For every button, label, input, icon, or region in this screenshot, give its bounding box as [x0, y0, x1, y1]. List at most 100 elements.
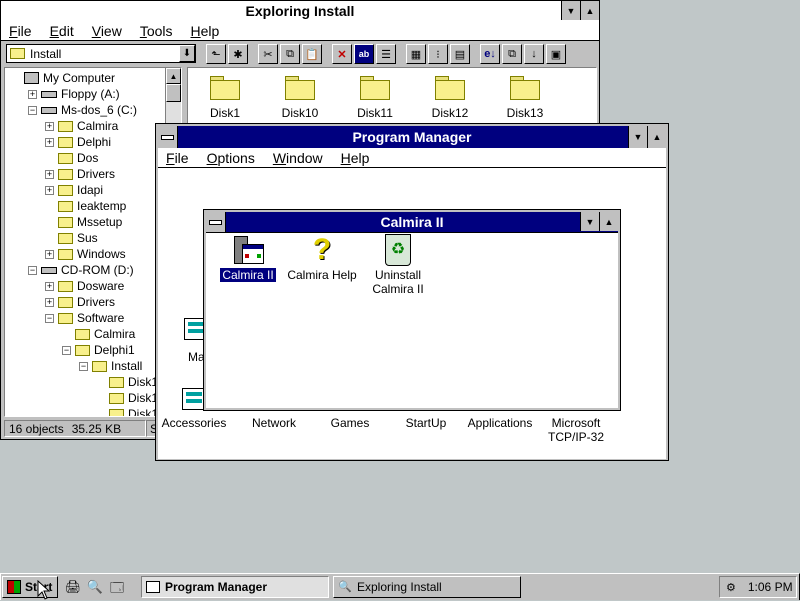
expand-icon[interactable]: +: [28, 89, 37, 99]
expand-icon[interactable]: +: [45, 185, 54, 195]
calmira-group-system-menu-icon[interactable]: [206, 212, 226, 232]
sort-date-icon[interactable]: ▣: [546, 44, 566, 64]
tree-item[interactable]: + Windows: [45, 246, 126, 262]
explorer-menu-edit[interactable]: Edit: [50, 23, 74, 39]
clock[interactable]: 1:06 PM: [748, 580, 793, 594]
sort-size-icon[interactable]: ↓: [524, 44, 544, 64]
expand-icon[interactable]: +: [45, 249, 54, 259]
program-manager-maximize-button[interactable]: ▲: [647, 126, 666, 148]
tree-item[interactable]: − Install: [79, 358, 142, 374]
calmira-group-maximize-button[interactable]: ▲: [599, 212, 618, 231]
tree-item[interactable]: + Calmira: [45, 118, 118, 134]
location-combo[interactable]: Install ⬇: [6, 44, 196, 63]
pm-menu-file[interactable]: File: [166, 150, 189, 166]
file-item[interactable]: Disk13: [492, 76, 558, 120]
tree-item[interactable]: Disk1: [96, 374, 158, 390]
program-manager-titlebar[interactable]: Program Manager: [158, 126, 666, 149]
collapse-icon[interactable]: −: [28, 105, 37, 115]
explorer-icon[interactable]: 🔍: [86, 579, 104, 595]
program-icon-calmira-help[interactable]: ? Calmira Help: [286, 234, 358, 283]
task-program-manager[interactable]: Program Manager: [141, 576, 329, 598]
tree-item[interactable]: + Delphi: [45, 134, 111, 150]
program-manager-system-menu-icon[interactable]: [158, 126, 178, 148]
scroll-up-icon[interactable]: ▲: [166, 68, 181, 84]
tree-item-label: Delphi1: [94, 343, 135, 357]
tree-item[interactable]: + Floppy (A:): [28, 86, 120, 102]
expand-icon[interactable]: +: [45, 169, 54, 179]
expand-icon[interactable]: +: [45, 281, 54, 291]
tree-item[interactable]: − Delphi1: [62, 342, 135, 358]
folder-icon: [109, 376, 124, 388]
program-manager-minimize-button[interactable]: ▼: [628, 126, 647, 148]
task-exploring-install[interactable]: 🔍 Exploring Install: [333, 576, 521, 598]
tree-item-label: Sus: [77, 231, 98, 245]
sort-name-icon[interactable]: e↓: [480, 44, 500, 64]
scroll-thumb[interactable]: [166, 84, 181, 102]
file-item[interactable]: Disk1: [192, 76, 258, 120]
pm-menu-options[interactable]: Options: [207, 150, 255, 166]
tree-item[interactable]: − Ms-dos_6 (C:): [28, 102, 137, 118]
tree-item-label: Windows: [77, 247, 126, 261]
tree-item[interactable]: + Dosware: [45, 278, 124, 294]
copy-icon[interactable]: ⧉: [280, 44, 300, 64]
properties-icon[interactable]: ☰: [376, 44, 396, 64]
program-icon-calmira[interactable]: Calmira II: [218, 234, 278, 282]
expand-icon[interactable]: +: [45, 297, 54, 307]
tree-item[interactable]: − Software: [45, 310, 124, 326]
explorer-menu-tools[interactable]: Tools: [140, 23, 173, 39]
pm-menu-window[interactable]: Window: [273, 150, 323, 166]
paste-icon[interactable]: 📋: [302, 44, 322, 64]
tree-item[interactable]: + Drivers: [45, 166, 115, 182]
collapse-icon[interactable]: −: [45, 313, 54, 323]
folder-icon: [210, 76, 240, 100]
explorer-menu-view[interactable]: View: [92, 23, 122, 39]
volume-icon[interactable]: ⚙: [726, 581, 736, 594]
tree-item[interactable]: Calmira: [62, 326, 135, 342]
program-label-calmira: Calmira II: [220, 268, 276, 282]
tree-item[interactable]: Disk10: [96, 390, 165, 406]
tree-item[interactable]: Mssetup: [45, 214, 122, 230]
pm-menu-help[interactable]: Help: [341, 150, 370, 166]
rename-icon[interactable]: ab: [354, 44, 374, 64]
tree-item[interactable]: My Computer: [11, 70, 115, 86]
sort-type-icon[interactable]: ⧉: [502, 44, 522, 64]
printer-icon[interactable]: 🖨: [64, 579, 82, 595]
up-folder-icon[interactable]: ⬑: [206, 44, 226, 64]
file-item[interactable]: Disk12: [417, 76, 483, 120]
program-group-label: Network: [251, 416, 296, 430]
file-item[interactable]: Disk10: [267, 76, 333, 120]
explorer-menu-file[interactable]: File: [9, 23, 32, 39]
collapse-icon[interactable]: −: [62, 345, 71, 355]
tree-item[interactable]: Sus: [45, 230, 98, 246]
tree-item-label: Mssetup: [77, 215, 123, 229]
program-icon-uninstall[interactable]: ♻ Uninstall Calmira II: [366, 234, 430, 296]
calmira-group-minimize-button[interactable]: ▼: [580, 212, 599, 231]
explorer-titlebar[interactable]: Exploring Install: [1, 1, 599, 22]
tree-item[interactable]: Ieaktemp: [45, 198, 126, 214]
delete-icon[interactable]: ✕: [332, 44, 352, 64]
details-icon[interactable]: ▤: [450, 44, 470, 64]
cut-icon[interactable]: ✂: [258, 44, 278, 64]
tree-item[interactable]: + Idapi: [45, 182, 103, 198]
tree-item[interactable]: Dos: [45, 150, 98, 166]
expand-icon[interactable]: +: [45, 121, 54, 131]
calmira-group-titlebar[interactable]: Calmira II: [206, 212, 618, 233]
desktop-icon[interactable]: 🗔: [108, 579, 126, 595]
mouse-cursor-icon: [37, 580, 51, 600]
tree-item[interactable]: + Drivers: [45, 294, 115, 310]
large-icons-icon[interactable]: ▦: [406, 44, 426, 64]
calmira-group-title: Calmira II: [380, 214, 444, 230]
collapse-icon[interactable]: −: [79, 361, 88, 371]
explorer-menu-help[interactable]: Help: [191, 23, 220, 39]
file-item[interactable]: Disk11: [342, 76, 408, 120]
combo-dropdown-icon[interactable]: ⬇: [179, 45, 195, 62]
expand-icon[interactable]: +: [45, 137, 54, 147]
explorer-minimize-button[interactable]: ▼: [561, 1, 580, 20]
calmira-group-window[interactable]: Calmira II ▼ ▲ Calmira II ? Calmira Help…: [203, 209, 621, 411]
explorer-maximize-button[interactable]: ▲: [580, 1, 599, 20]
tree-item[interactable]: − CD-ROM (D:): [28, 262, 134, 278]
small-icons-icon[interactable]: ⁝: [428, 44, 448, 64]
collapse-icon[interactable]: −: [28, 265, 37, 275]
new-folder-icon[interactable]: ✱: [228, 44, 248, 64]
tree-item[interactable]: Disk11: [96, 406, 164, 416]
